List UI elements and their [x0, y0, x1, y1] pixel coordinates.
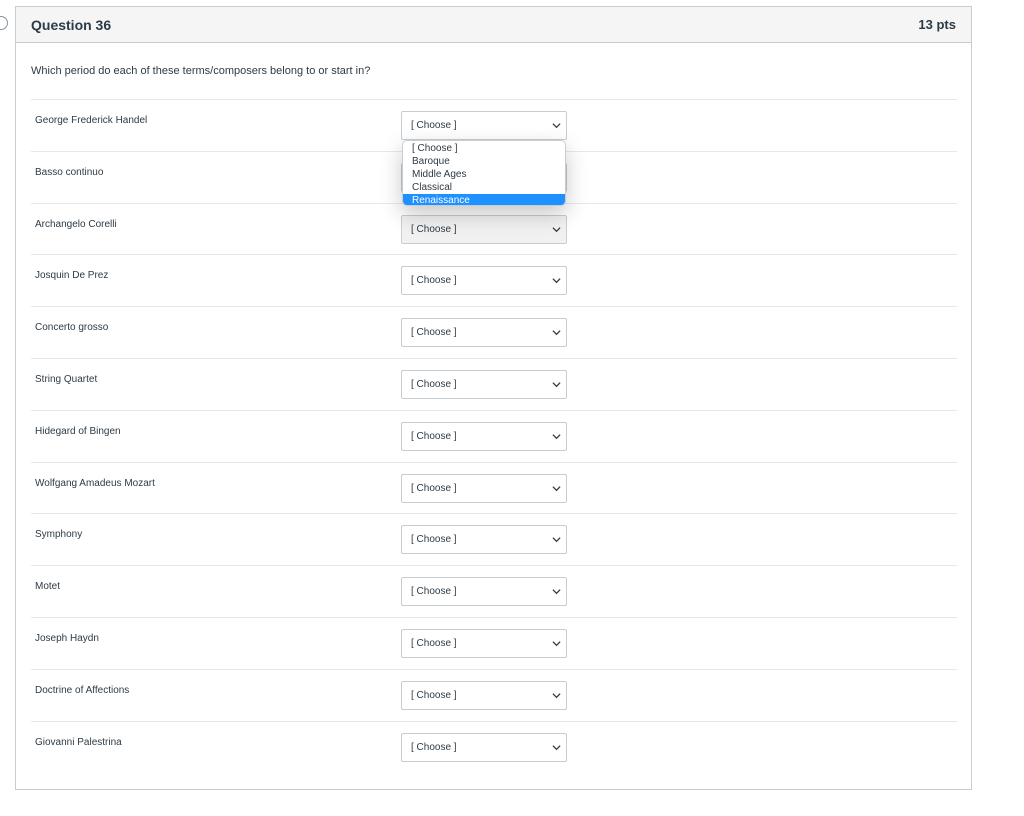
- question-points: 13 pts: [918, 17, 956, 32]
- chevron-down-icon: [552, 641, 561, 647]
- chevron-down-icon: [552, 434, 561, 439]
- row-label: George Frederick Handel: [35, 115, 148, 126]
- answer-select[interactable]: [ Choose ]: [401, 473, 567, 503]
- answer-select[interactable]: [ Choose ]: [401, 369, 567, 399]
- question-flag-icon[interactable]: [0, 16, 8, 30]
- question-header: Question 36 13 pts: [16, 7, 971, 43]
- answer-select-value: [ Choose ]: [411, 689, 457, 701]
- dropdown-option[interactable]: Renaissance: [403, 194, 565, 205]
- dropdown-option[interactable]: Middle Ages: [403, 168, 565, 181]
- answer-select[interactable]: [ Choose ]: [401, 525, 567, 555]
- chevron-down-icon: [552, 744, 561, 750]
- row-label: Josquin De Prez: [35, 270, 109, 282]
- answer-select-value: [ Choose ]: [411, 430, 457, 442]
- chevron-down-icon: [552, 589, 561, 595]
- row-label: Joseph Haydn: [35, 632, 99, 644]
- match-row: Joseph Haydn [ Choose ]: [31, 616, 957, 669]
- match-row: Wolfgang Amadeus Mozart [ Choose ]: [31, 461, 957, 514]
- chevron-down-icon: [552, 123, 561, 129]
- answer-select-value: [ Choose ]: [411, 586, 457, 598]
- answer-select-value: [ Choose ]: [411, 741, 457, 753]
- answer-select-value: [ Choose ]: [411, 637, 457, 649]
- answer-select[interactable]: [ Choose ]: [401, 628, 567, 658]
- answer-select[interactable]: [ Choose ]: [401, 111, 567, 140]
- answer-select-value: [ Choose ]: [411, 327, 457, 339]
- answer-select-value: [ Choose ]: [411, 378, 457, 390]
- chevron-down-icon: [552, 382, 561, 388]
- dropdown-option[interactable]: Baroque: [403, 155, 565, 168]
- row-label: Hidegard of Bingen: [35, 425, 121, 437]
- row-label: Doctrine of Affections: [35, 684, 130, 696]
- answer-select-value: [ Choose ]: [411, 534, 457, 546]
- row-label: Motet: [35, 581, 61, 593]
- dropdown-option[interactable]: [ Choose ]: [403, 142, 565, 155]
- row-label: Symphony: [35, 529, 83, 541]
- chevron-down-icon: [552, 278, 561, 284]
- match-row: Motet [ Choose ]: [31, 565, 957, 617]
- match-row: Hidegard of Bingen [ Choose ]: [31, 409, 957, 462]
- question-title: Question 36: [31, 16, 112, 33]
- answer-select[interactable]: [ Choose ]: [401, 318, 567, 348]
- answer-select[interactable]: [ Choose ]: [401, 214, 567, 244]
- answer-select-value: [ Choose ]: [411, 120, 457, 131]
- match-row: Symphony [ Choose ]: [31, 513, 957, 565]
- answer-select-value: [ Choose ]: [411, 223, 457, 235]
- chevron-down-icon: [552, 330, 561, 336]
- row-label: Giovanni Palestrina: [35, 736, 122, 748]
- match-row: Archangelo Corelli [ Choose ]: [31, 202, 957, 255]
- chevron-down-icon: [552, 693, 561, 698]
- chevron-down-icon: [552, 537, 561, 543]
- row-label: Basso continuo: [35, 166, 104, 178]
- row-label: String Quartet: [35, 373, 98, 385]
- row-label: Wolfgang Amadeus Mozart: [35, 477, 155, 489]
- dropdown-option[interactable]: Classical: [403, 181, 565, 194]
- answer-select-value: [ Choose ]: [411, 275, 457, 287]
- answer-select[interactable]: [ Choose ]: [401, 421, 567, 451]
- answer-select[interactable]: [ Choose ]: [401, 732, 567, 762]
- match-row: String Quartet [ Choose ]: [31, 357, 957, 410]
- match-row: Giovanni Palestrina [ Choose ]: [31, 720, 957, 773]
- row-label: Concerto grosso: [35, 322, 109, 334]
- match-row: Josquin De Prez [ Choose ]: [31, 254, 957, 306]
- question-prompt: Which period do each of these terms/comp…: [31, 65, 371, 77]
- chevron-down-icon: [552, 485, 561, 491]
- answer-select[interactable]: [ Choose ]: [401, 577, 567, 607]
- question-card: Question 36 13 pts Which period do each …: [15, 6, 972, 790]
- answer-select[interactable]: [ Choose ]: [401, 266, 567, 296]
- answer-select-value: [ Choose ]: [411, 482, 457, 494]
- chevron-down-icon: [552, 226, 561, 232]
- answer-select[interactable]: [ Choose ]: [401, 680, 567, 710]
- row-label: Archangelo Corelli: [35, 218, 117, 230]
- match-row: Concerto grosso [ Choose ]: [31, 306, 957, 358]
- dropdown-list: [ Choose ] Baroque Middle Ages Classical Ren…: [402, 140, 566, 206]
- match-row: Doctrine of Affections [ Choose ]: [31, 668, 957, 721]
